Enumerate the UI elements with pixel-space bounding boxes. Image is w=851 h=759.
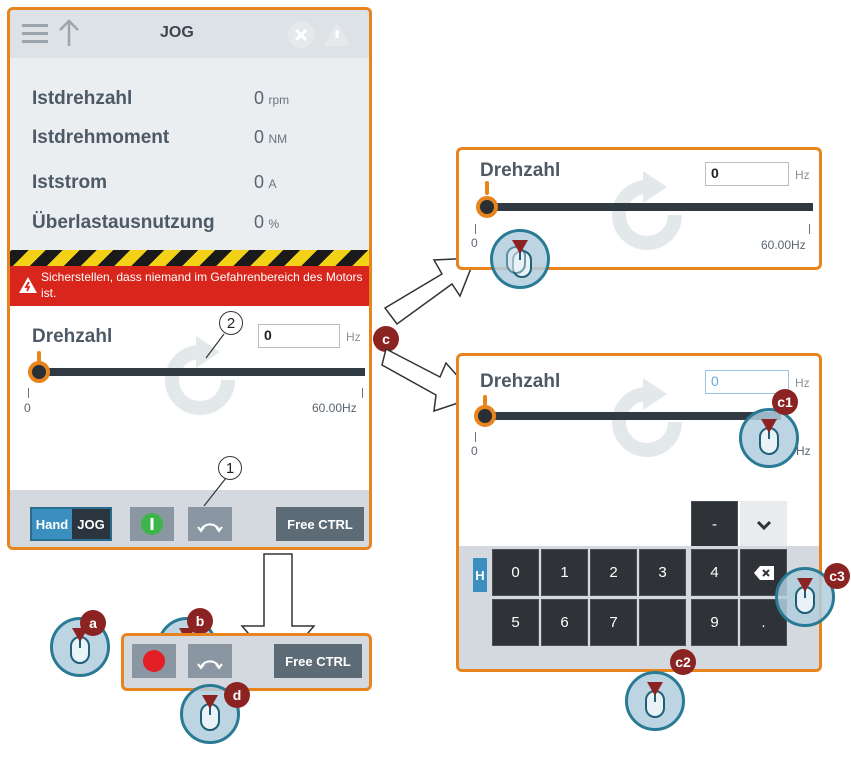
speed-slider-handle[interactable] [28,361,50,383]
key-4[interactable]: 4 [691,549,738,596]
reverse-button[interactable] [188,507,232,541]
run-button[interactable] [130,507,174,541]
key-8[interactable] [639,599,686,646]
hand-button-partial[interactable]: H [473,558,487,592]
reverse-direction-icon [197,523,223,533]
speed-input[interactable]: 0 [705,370,789,394]
reverse-direction-icon [197,660,223,670]
warning-icon [19,277,37,293]
free-ctrl-button[interactable]: Free CTRL [276,507,364,541]
hand-jog-toggle[interactable]: Hand JOG [30,507,112,541]
row-label: Iststrom [32,172,107,193]
row-value: 0 rpm [254,88,290,108]
rotation-watermark-icon [612,171,682,250]
warning-text: Sicherstellen, dass niemand im Gefahrenb… [41,270,363,300]
row-label: Istdrehmoment [32,127,170,148]
step-badge-b: b [187,608,213,634]
row-value: 0 A [254,172,277,192]
running-footer-panel: Free CTRL [121,633,372,691]
chevron-down-icon [756,520,771,530]
header-bar: JOG [10,10,369,58]
backspace-icon [753,565,774,580]
scale-max: 60.00Hz [761,238,806,252]
scale-min: 0 [24,401,31,415]
speed-slider-track[interactable] [481,412,781,420]
speed-input[interactable]: 0 [258,324,340,348]
step-badge-d: d [224,682,250,708]
scale-min: 0 [471,444,478,458]
scale-min: 0 [471,236,478,250]
callout-2-leader [205,333,225,359]
hazard-stripe [10,250,369,266]
speed-unit: Hz [346,330,361,344]
key-9[interactable]: 9 [691,599,738,646]
page-title: JOG [160,24,194,41]
key-7[interactable]: 7 [590,599,637,646]
stop-button[interactable] [132,644,176,678]
scale-max: Hz [796,444,811,458]
scale-tick-min [475,224,476,234]
step-badge-a: a [80,610,106,636]
fault-icon[interactable] [286,20,316,50]
key-5[interactable]: 5 [492,599,539,646]
speed-slider-track[interactable] [481,203,813,211]
keypad-panel: Drehzahl 0 Hz 0 Hz - H 0 1 2 3 4 5 6 7 9… [456,353,822,672]
jog-panel: JOG Istdrehzahl 0 rpm Istdrehmoment 0 NM… [7,7,372,550]
run-icon [141,513,163,535]
scale-tick-max [809,224,810,234]
jog-button[interactable]: JOG [72,509,110,539]
scale-tick-min [28,388,29,398]
rotation-watermark-icon [165,336,235,415]
row-value: 0 % [254,212,280,232]
alarm-icon[interactable] [322,20,352,48]
key-0[interactable]: 0 [492,549,539,596]
row-label: Überlastausnutzung [32,212,215,233]
key-collapse[interactable] [740,501,787,548]
speed-slider-track[interactable] [30,368,365,376]
warning-banner: Sicherstellen, dass niemand im Gefahrenb… [10,266,369,306]
scale-tick-max [362,388,363,398]
key-6[interactable]: 6 [541,599,588,646]
row-label: Istdrehzahl [32,88,133,109]
rotation-watermark-icon [612,378,682,457]
key-1[interactable]: 1 [541,549,588,596]
speed-label: Drehzahl [32,326,113,347]
arrow-up-icon[interactable] [58,19,80,47]
stop-icon [143,650,165,672]
row-value: 0 NM [254,127,288,147]
hand-button[interactable]: Hand [32,509,72,539]
free-ctrl-button[interactable]: Free CTRL [274,644,362,678]
step-badge-c3: c3 [824,563,850,589]
scale-tick-min [475,432,476,442]
speed-input[interactable]: 0 [705,162,789,186]
key-2[interactable]: 2 [590,549,637,596]
slider-marker [485,181,489,195]
speed-label: Drehzahl [480,371,561,392]
key-minus[interactable]: - [691,501,738,548]
step-badge-c1: c1 [772,389,798,415]
step-badge-c2: c2 [670,649,696,675]
speed-unit: Hz [795,168,810,182]
speed-unit: Hz [795,376,810,390]
speed-label: Drehzahl [480,160,561,181]
scale-max: 60.00Hz [312,401,357,415]
key-3[interactable]: 3 [639,549,686,596]
speed-slider-handle[interactable] [474,405,496,427]
reverse-button[interactable] [188,644,232,678]
speed-slider-handle[interactable] [476,196,498,218]
mouse-click-c1 [739,408,799,468]
mouse-click-c2 [625,671,685,731]
menu-icon[interactable] [22,23,48,45]
callout-1-leader [203,477,227,507]
mouse-drag [490,229,550,289]
